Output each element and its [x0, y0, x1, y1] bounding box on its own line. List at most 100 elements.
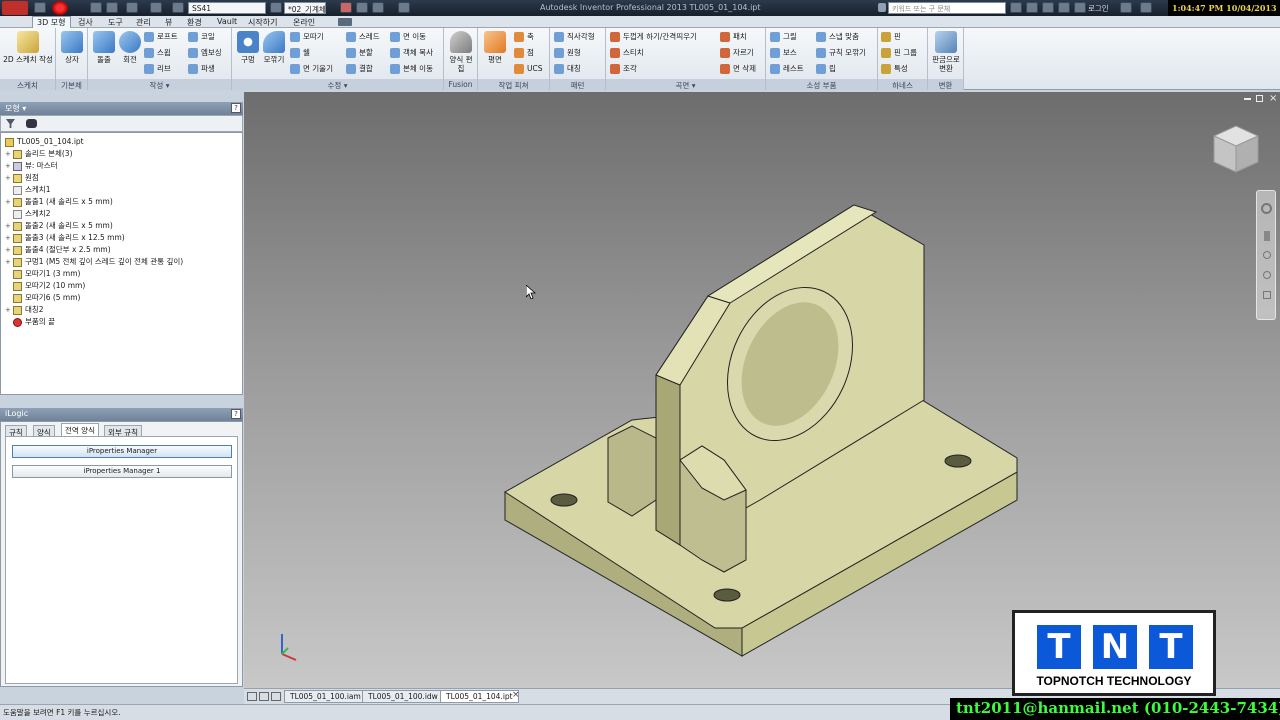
- browser-title[interactable]: 모형 ▾: [5, 104, 26, 113]
- tree-item-extrusion2[interactable]: + 돌출2 (새 솔리드 x 5 mm): [5, 220, 113, 232]
- ucs-button[interactable]: UCS: [514, 63, 543, 78]
- app-logo-icon[interactable]: [2, 1, 28, 15]
- shell-button[interactable]: 쉘: [290, 47, 310, 62]
- search-binoculars-icon[interactable]: [878, 3, 886, 12]
- derive-button[interactable]: 파생: [188, 63, 215, 78]
- iproperties-manager-button[interactable]: iProperties Manager: [12, 445, 232, 458]
- tree-item-origin[interactable]: + 원점: [5, 172, 39, 184]
- create-2d-sketch-button[interactable]: 2D 스케치 작성: [2, 31, 54, 64]
- appearance-icon[interactable]: [270, 2, 282, 13]
- box-button[interactable]: 상자: [59, 31, 85, 64]
- tab-manage[interactable]: 관리: [136, 16, 151, 28]
- binoculars-icon[interactable]: [1010, 2, 1022, 13]
- document-list-icon[interactable]: [271, 692, 281, 701]
- login-link[interactable]: 로그인: [1088, 3, 1109, 14]
- expand-icon[interactable]: +: [5, 160, 13, 172]
- tree-item-extrusion1[interactable]: + 돌출1 (새 솔리드 x 5 mm): [5, 196, 113, 208]
- find-binoculars-icon[interactable]: [26, 119, 37, 128]
- convert-to-sheet-metal-button[interactable]: 판금으로 변환: [930, 31, 962, 73]
- expand-icon[interactable]: +: [5, 256, 13, 268]
- edit-form-button[interactable]: 양식 편집: [447, 31, 475, 73]
- thread-button[interactable]: 스레드: [346, 31, 380, 46]
- stitch-button[interactable]: 스티치: [610, 47, 644, 62]
- doc-tab-drawing[interactable]: TL005_01_100.idw: [362, 690, 444, 703]
- tree-item-chamfer2[interactable]: 모따기2 (10 mm): [5, 280, 85, 292]
- sculpt-button[interactable]: 조각: [610, 63, 637, 78]
- tree-item-extrusion4[interactable]: + 돌출4 (절단부 x 2.5 mm): [5, 244, 111, 256]
- rule-fillet-button[interactable]: 규칙 모깎기: [816, 47, 866, 62]
- rest-button[interactable]: 레스트: [770, 63, 804, 78]
- face-draft-button[interactable]: 면 기울기: [290, 63, 333, 78]
- tab-online[interactable]: 온라인: [293, 16, 315, 28]
- expand-icon[interactable]: +: [5, 220, 13, 232]
- tab-tools[interactable]: 도구: [108, 16, 123, 28]
- tree-item-solid-bodies[interactable]: + 솔리드 본체(3): [5, 148, 73, 160]
- tree-item-sketch1[interactable]: 스케치1: [5, 184, 50, 196]
- ilogic-help-icon[interactable]: ?: [231, 409, 241, 419]
- parameters-icon[interactable]: [372, 2, 384, 13]
- move-face-button[interactable]: 면 이동: [390, 31, 426, 46]
- rib-button[interactable]: 리브: [144, 63, 171, 78]
- grill-button[interactable]: 그릴: [770, 31, 797, 46]
- ilogic-header[interactable]: iLogic ?: [0, 408, 243, 421]
- select-icon[interactable]: [150, 2, 162, 13]
- loft-button[interactable]: 로프트: [144, 31, 178, 46]
- tree-root[interactable]: TL005_01_104.ipt: [5, 136, 84, 148]
- material-icon[interactable]: [172, 2, 184, 13]
- point-button[interactable]: 점: [514, 47, 534, 62]
- star-icon[interactable]: [1058, 2, 1070, 13]
- color-icon[interactable]: [340, 2, 352, 13]
- properties-button[interactable]: 특성: [881, 63, 908, 78]
- fillet-button[interactable]: 모깎기: [261, 31, 287, 64]
- expand-icon[interactable]: +: [5, 172, 13, 184]
- axis-button[interactable]: 축: [514, 31, 534, 46]
- pin-button[interactable]: 핀: [881, 31, 901, 46]
- hole-button[interactable]: 구멍: [235, 31, 261, 64]
- tree-item-mirror2[interactable]: + 대칭2: [5, 304, 44, 316]
- record-icon[interactable]: [52, 1, 68, 15]
- coil-button[interactable]: 코일: [188, 31, 215, 46]
- new-icon[interactable]: [34, 2, 46, 13]
- chamfer-button[interactable]: 모따기: [290, 31, 324, 46]
- expand-icon[interactable]: +: [5, 196, 13, 208]
- redo-icon[interactable]: [106, 2, 118, 13]
- help-icon[interactable]: [1120, 2, 1132, 13]
- sweep-button[interactable]: 스윕: [144, 47, 171, 62]
- tree-item-sketch2[interactable]: 스케치2: [5, 208, 50, 220]
- subscription-icon[interactable]: [1026, 2, 1038, 13]
- trim-button[interactable]: 자르기: [720, 47, 754, 62]
- tab-environments[interactable]: 환경: [187, 16, 202, 28]
- boss-button[interactable]: 보스: [770, 47, 797, 62]
- tree-item-hole1[interactable]: + 구멍1 (M5 전체 깊이 스레드 깊이 전체 관통 깊이): [5, 256, 183, 268]
- copy-object-button[interactable]: 객체 복사: [390, 47, 433, 62]
- combine-button[interactable]: 결합: [346, 63, 373, 78]
- lip-button[interactable]: 립: [816, 63, 836, 78]
- rectangular-pattern-button[interactable]: 직사각형: [554, 31, 595, 46]
- tile-horizontal-icon[interactable]: [247, 692, 257, 701]
- tree-item-chamfer6[interactable]: 모따기6 (5 mm): [5, 292, 80, 304]
- emboss-button[interactable]: 엠보싱: [188, 47, 222, 62]
- appearance-combo[interactable]: *02_기계체: [284, 2, 326, 14]
- tab-view[interactable]: 뷰: [165, 16, 172, 28]
- expand-icon[interactable]: +: [5, 148, 13, 160]
- panel-label-surface[interactable]: 곡면 ▾: [606, 79, 765, 90]
- doc-tab-assembly[interactable]: TL005_01_100.iam: [284, 690, 367, 703]
- tree-item-end-of-part[interactable]: 부품의 끝: [5, 316, 55, 328]
- tab-3d-model[interactable]: 3D 모형: [32, 16, 71, 28]
- move-body-button[interactable]: 본체 이동: [390, 63, 433, 78]
- communication-icon[interactable]: [1042, 2, 1054, 13]
- tab-inspect[interactable]: 검사: [78, 16, 93, 28]
- filter-icon[interactable]: [6, 119, 15, 128]
- tree-item-view[interactable]: + 뷰: 마스터: [5, 160, 58, 172]
- tile-vertical-icon[interactable]: [259, 692, 269, 701]
- extrude-button[interactable]: 돌출: [91, 31, 117, 64]
- browser-help-icon[interactable]: ?: [231, 103, 241, 113]
- split-button[interactable]: 분할: [346, 47, 373, 62]
- doc-tab-part[interactable]: TL005_01_104.ipt: [440, 690, 519, 703]
- minimize-icon[interactable]: [1140, 2, 1152, 13]
- tab-vault[interactable]: Vault: [217, 16, 237, 28]
- material-combo[interactable]: SS41: [188, 2, 266, 14]
- user-icon[interactable]: [1074, 2, 1086, 13]
- tab-get-started[interactable]: 시작하기: [248, 16, 277, 28]
- expand-icon[interactable]: +: [5, 304, 13, 316]
